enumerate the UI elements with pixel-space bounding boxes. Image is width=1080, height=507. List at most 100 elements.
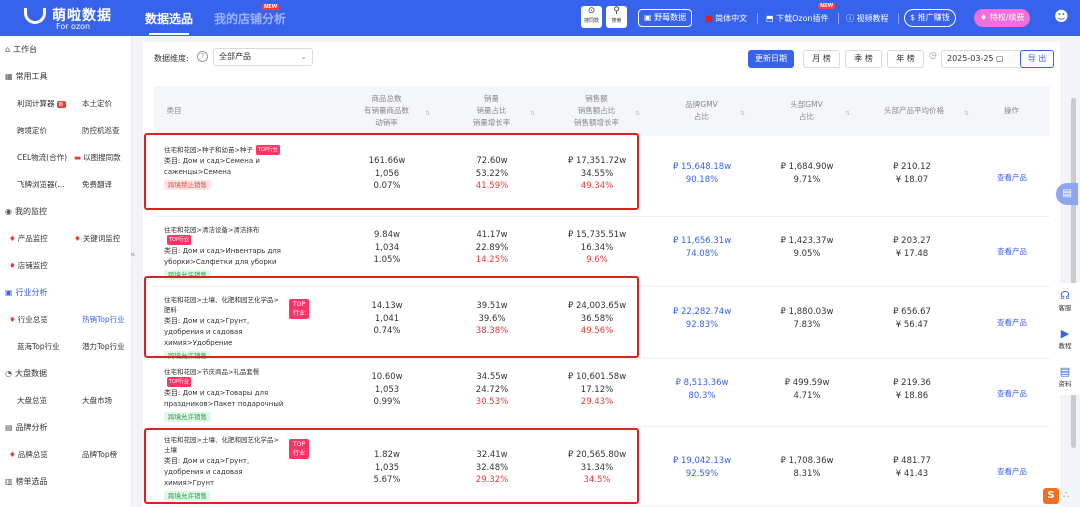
vip-button[interactable]: ♦ 特权/续费 bbox=[974, 9, 1031, 27]
header-action: 操作 bbox=[1004, 106, 1019, 115]
view-products-link[interactable]: 查看产品 bbox=[997, 246, 1027, 257]
sidebar-market-title: ◔ 大盘数据 bbox=[5, 369, 47, 378]
collapse-icon[interactable]: « bbox=[130, 250, 136, 260]
flag-icon: ■ bbox=[705, 14, 716, 23]
sidebar-item-brand-overview[interactable]: ♦ 品牌总览 bbox=[9, 449, 48, 460]
sort-icon[interactable]: ⇅ bbox=[530, 108, 535, 120]
sidebar-item-market[interactable]: 大盘市场 bbox=[82, 395, 112, 406]
sidebar-item-industry-overview[interactable]: ♦ 行业总览 bbox=[9, 314, 48, 325]
nav-data-selection[interactable]: 数据选品 bbox=[145, 10, 193, 35]
sidebar: ⌂ 工作台 ▦ 常用工具 利润计算器新 本土定价 跨境定价 防控机巡查 CEL物流(… bbox=[0, 36, 132, 507]
revenue-cell: ₽ 10,601.58w 17.12% 29.43% bbox=[567, 372, 627, 407]
customer-service-button[interactable]: ☊ 客服 bbox=[1050, 289, 1080, 312]
diamond-icon: ♦ bbox=[980, 13, 990, 22]
nav-store-analysis[interactable]: 我的店铺分析 bbox=[214, 10, 286, 27]
status-badge: 跨境允许销售 bbox=[164, 412, 211, 422]
avatar[interactable]: ☻ bbox=[1054, 9, 1069, 25]
header-brand-gmv[interactable]: 品牌GMV 占比 ⇅ bbox=[654, 86, 749, 136]
brand-gmv-cell[interactable]: ₽ 22,282.74w 92.83% bbox=[657, 306, 747, 331]
sidebar-item-keyword-monitor[interactable]: ♦ 关键词监控 bbox=[74, 233, 120, 244]
search-button[interactable]: ⚲ 搜索 bbox=[606, 6, 627, 28]
date-picker[interactable]: 2025-03-25 ▢ bbox=[941, 50, 1023, 68]
sidebar-monitor-title: ◉ 我的监控 bbox=[5, 207, 47, 216]
header-sales[interactable]: 销量 销量占比 销量增长率 ⇅ bbox=[444, 86, 539, 136]
month-rank-button[interactable]: 月 榜 bbox=[803, 50, 840, 68]
season-rank-button[interactable]: 季 榜 bbox=[845, 50, 882, 68]
sidebar-item-hot-top[interactable]: 热销Top行业 bbox=[82, 314, 125, 325]
update-date-button[interactable]: 更新日期 bbox=[748, 50, 794, 68]
category-path[interactable]: 住宅和花园>清洁设备>清洁抹布TOP行业 bbox=[164, 225, 286, 245]
sort-icon[interactable]: ⇅ bbox=[740, 108, 745, 120]
filter-bar: 数据维度: ? 全部产品 ⌄ 更新日期 月 榜 季 榜 年 榜 ◷ 2025-03… bbox=[143, 42, 1060, 78]
sidebar-item-cross-pricing[interactable]: 跨境定价 bbox=[17, 125, 47, 136]
plugin-button[interactable]: ▣ 野莓数据 bbox=[638, 9, 693, 27]
side-toggle-icon[interactable]: ▤ bbox=[1056, 183, 1078, 205]
sidebar-item-image-search[interactable]: ▬ 以图搜同款 bbox=[74, 152, 121, 163]
sidebar-item-profit-calc[interactable]: 利润计算器新 bbox=[17, 98, 66, 109]
sidebar-item-product-monitor[interactable]: ♦ 产品监控 bbox=[9, 233, 48, 244]
sidebar-item-store-monitor[interactable]: ♦ 店铺监控 bbox=[9, 260, 48, 271]
sidebar-tools-title: ▦ 常用工具 bbox=[5, 72, 48, 81]
header-avg-price[interactable]: 头部产品平均价格 ⇅ bbox=[859, 86, 969, 136]
fire-icon: ♦ bbox=[9, 234, 16, 243]
fire-icon: ♦ bbox=[9, 261, 16, 270]
sidebar-item-potential[interactable]: 潜力Top行业 bbox=[82, 341, 125, 352]
sort-icon[interactable]: ⇅ bbox=[845, 108, 850, 120]
count-cell: 10.60w 1,053 0.99% bbox=[371, 372, 403, 407]
language-selector[interactable]: ■ 简体中文 bbox=[705, 13, 747, 24]
sidebar-item-patrol[interactable]: 防控机巡查 bbox=[82, 125, 120, 136]
category-desc: 类目: Дом и сад>Инвентарь для уборки>Салфе… bbox=[164, 247, 281, 266]
camera-icon: ⊙ bbox=[587, 6, 596, 16]
clock-icon: ◷ bbox=[929, 51, 937, 61]
view-products-link[interactable]: 查看产品 bbox=[997, 466, 1027, 477]
view-products-link[interactable]: 查看产品 bbox=[997, 317, 1027, 328]
sidebar-workbench[interactable]: ⌂ 工作台 bbox=[5, 44, 37, 55]
sidebar-brand-title: ▤ 品牌分析 bbox=[5, 423, 48, 432]
video-tutorial-link[interactable]: ⓘ 视频教程 bbox=[846, 13, 889, 24]
brand-gmv-cell[interactable]: ₽ 19,042.13w 92.59% bbox=[657, 455, 747, 480]
sort-icon[interactable]: ⇅ bbox=[635, 108, 640, 120]
highlight-box bbox=[144, 276, 639, 358]
header-revenue[interactable]: 销售额 销售额占比 销售额增长率 ⇅ bbox=[549, 86, 644, 136]
sidebar-item-blue-ocean[interactable]: 蓝海Top行业 bbox=[17, 341, 60, 352]
calendar-icon: ▢ bbox=[996, 54, 1004, 63]
brand-gmv-cell[interactable]: ₽ 11,656.31w 74.08% bbox=[657, 235, 747, 260]
year-rank-button[interactable]: 年 榜 bbox=[887, 50, 924, 68]
brand-gmv-cell[interactable]: ₽ 15,648.18w 90.18% bbox=[657, 161, 747, 186]
view-products-link[interactable]: 查看产品 bbox=[997, 172, 1027, 183]
material-button[interactable]: ▤ 资料 bbox=[1050, 365, 1080, 388]
headset-icon: ☊ bbox=[1060, 289, 1070, 302]
sidebar-item-market-overview[interactable]: 大盘总览 bbox=[17, 395, 47, 406]
divider bbox=[898, 13, 899, 24]
download-plugin-link[interactable]: ⬒ 下载Ozon插件 bbox=[766, 13, 829, 24]
sidebar-item-local-pricing[interactable]: 本土定价 bbox=[82, 98, 112, 109]
fire-icon: ♦ bbox=[9, 315, 16, 324]
top-industry-badge: TOP行业 bbox=[167, 377, 192, 387]
count-cell: 9.84w 1,034 1.05% bbox=[373, 230, 401, 265]
sidebar-item-browser[interactable]: 飞牌浏览器(... bbox=[17, 179, 65, 190]
dots-icon: ∴ bbox=[1063, 490, 1070, 501]
category-cell: 住宅和花园>节庆商品>礼品套餐TOP行业 类目: Дом и сад>Товар… bbox=[164, 367, 286, 422]
dimension-select[interactable]: 全部产品 ⌄ bbox=[213, 48, 313, 66]
category-path[interactable]: 住宅和花园>节庆商品>礼品套餐TOP行业 bbox=[164, 367, 286, 387]
new-badge: NEW bbox=[262, 4, 280, 10]
sort-icon[interactable]: ⇅ bbox=[425, 108, 430, 120]
same-product-search-button[interactable]: ⊙ 搜同款 bbox=[581, 6, 602, 28]
top-gmv-cell: ₽ 1,708.36w 8.31% bbox=[780, 456, 834, 479]
input-method-icon[interactable]: S bbox=[1043, 488, 1059, 504]
header-count[interactable]: 商品总数 有销量商品数 动销率 ⇅ bbox=[339, 86, 434, 136]
promote-button[interactable]: $ 推广赚钱 bbox=[904, 9, 956, 27]
download-icon: ⬒ bbox=[766, 14, 777, 23]
sidebar-item-translate[interactable]: 免费翻译 bbox=[82, 179, 112, 190]
sidebar-item-brand-top[interactable]: 品牌Top榜 bbox=[82, 449, 117, 460]
sidebar-item-cel-logistics[interactable]: CEL物流(合作) bbox=[17, 152, 67, 163]
help-icon[interactable]: ? bbox=[197, 51, 208, 62]
view-products-link[interactable]: 查看产品 bbox=[997, 388, 1027, 399]
tutorial-button[interactable]: ▶ 教程 bbox=[1050, 327, 1080, 350]
scrollbar[interactable] bbox=[1071, 98, 1076, 448]
logo[interactable]: 萌啦数据 For ozon bbox=[24, 4, 114, 32]
header-top-gmv[interactable]: 头部GMV 占比 ⇅ bbox=[759, 86, 854, 136]
brand-gmv-cell[interactable]: ₽ 8,513.36w 80.3% bbox=[657, 377, 747, 402]
export-button[interactable]: 导 出 bbox=[1020, 50, 1054, 68]
sort-icon[interactable]: ⇅ bbox=[964, 108, 969, 120]
